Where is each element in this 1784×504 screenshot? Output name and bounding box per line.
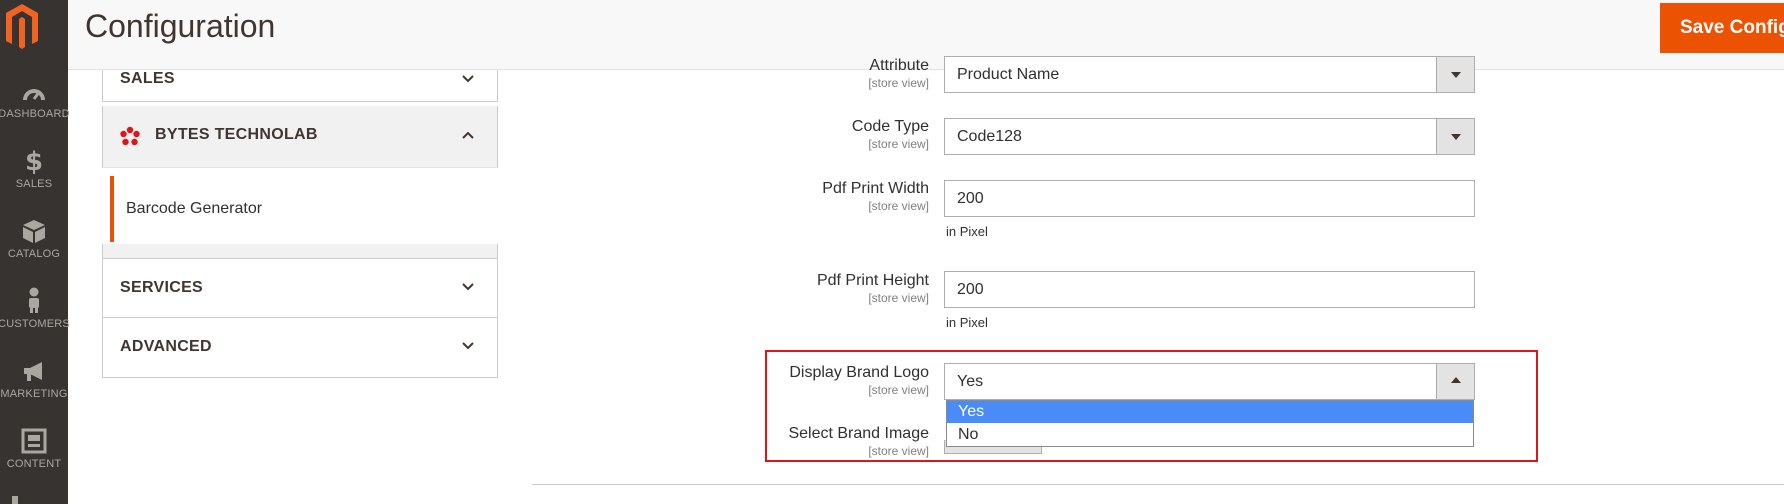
section-title: SERVICES — [120, 279, 204, 296]
nav-label: CATALOG — [7, 248, 61, 260]
page-title: Configuration — [85, 8, 276, 44]
select-brand-image-label: Select Brand Image [store view] — [788, 425, 929, 458]
config-section-sales[interactable]: SALES — [102, 70, 498, 102]
chevron-down-icon — [462, 75, 474, 83]
nav-more-indicator — [12, 496, 18, 504]
nav-label: CONTENT — [6, 458, 62, 470]
dashboard-icon — [23, 89, 45, 100]
nav-label: MARKETING — [0, 388, 68, 400]
megaphone-icon — [24, 362, 42, 381]
chevron-up-icon — [1436, 364, 1474, 399]
nav-item-dashboard[interactable]: DASHBOARD — [0, 82, 70, 142]
display-brand-logo-label: Display Brand Logo [store view] — [789, 364, 929, 397]
section-title: BYTES TECHNOLAB — [155, 126, 318, 143]
nav-label: DASHBOARD — [0, 108, 70, 120]
box-icon — [23, 220, 45, 243]
nav-item-customers[interactable]: CUSTOMERS — [0, 286, 70, 346]
config-item-barcode-generator[interactable]: Barcode Generator — [110, 176, 498, 242]
attribute-select[interactable]: Product Name — [944, 56, 1475, 93]
brand-logo-dropdown: Yes No — [946, 400, 1474, 447]
svg-text:$: $ — [25, 148, 43, 174]
section-divider — [532, 484, 1784, 485]
display-brand-logo-select[interactable]: Yes — [944, 363, 1475, 400]
section-title: SALES — [120, 70, 175, 87]
code-type-label: Code Type [store view] — [851, 118, 929, 151]
chevron-down-icon — [462, 283, 474, 291]
nav-item-sales[interactable]: $ SALES — [0, 148, 68, 208]
person-icon — [29, 287, 39, 313]
nav-label: CUSTOMERS — [0, 318, 70, 330]
chevron-down-icon — [1436, 119, 1474, 154]
save-config-button[interactable]: Save Config — [1660, 3, 1784, 53]
pdf-height-label: Pdf Print Height [store view] — [816, 272, 929, 305]
section-title: ADVANCED — [120, 338, 212, 355]
config-section-bytes-technolab[interactable]: BYTES TECHNOLAB — [102, 106, 498, 168]
chevron-up-icon — [462, 131, 474, 139]
pdf-height-note: in Pixel — [946, 315, 988, 330]
pdf-width-label: Pdf Print Width [store view] — [822, 180, 929, 213]
nav-label: SALES — [15, 178, 53, 190]
code-type-select[interactable]: Code128 — [944, 118, 1475, 155]
nav-item-content[interactable]: CONTENT — [0, 428, 68, 488]
dropdown-option-no[interactable]: No — [947, 424, 1473, 446]
attribute-label: Attribute [store view] — [868, 57, 929, 90]
config-section-services[interactable]: SERVICES — [102, 258, 498, 318]
pdf-width-note: in Pixel — [946, 224, 988, 239]
chevron-down-icon — [462, 342, 474, 350]
pdf-width-input[interactable]: 200 — [944, 180, 1475, 217]
config-section-advanced[interactable]: ADVANCED — [102, 318, 498, 378]
nav-item-catalog[interactable]: CATALOG — [0, 218, 68, 278]
pdf-height-input[interactable]: 200 — [944, 271, 1475, 308]
nav-item-marketing[interactable]: MARKETING — [0, 360, 68, 420]
config-nav-spacer — [102, 244, 498, 258]
chevron-down-icon — [1436, 57, 1474, 92]
magento-logo-icon[interactable] — [0, 0, 44, 54]
content-icon — [21, 428, 47, 454]
admin-nav: DASHBOARD $ SALES CATALOG CUSTOMERS MARK… — [0, 0, 70, 504]
config-item-label: Barcode Generator — [126, 200, 263, 217]
dollar-icon: $ — [25, 148, 43, 174]
dropdown-option-yes[interactable]: Yes — [947, 401, 1473, 423]
bytes-technolab-logo-icon — [120, 126, 140, 146]
